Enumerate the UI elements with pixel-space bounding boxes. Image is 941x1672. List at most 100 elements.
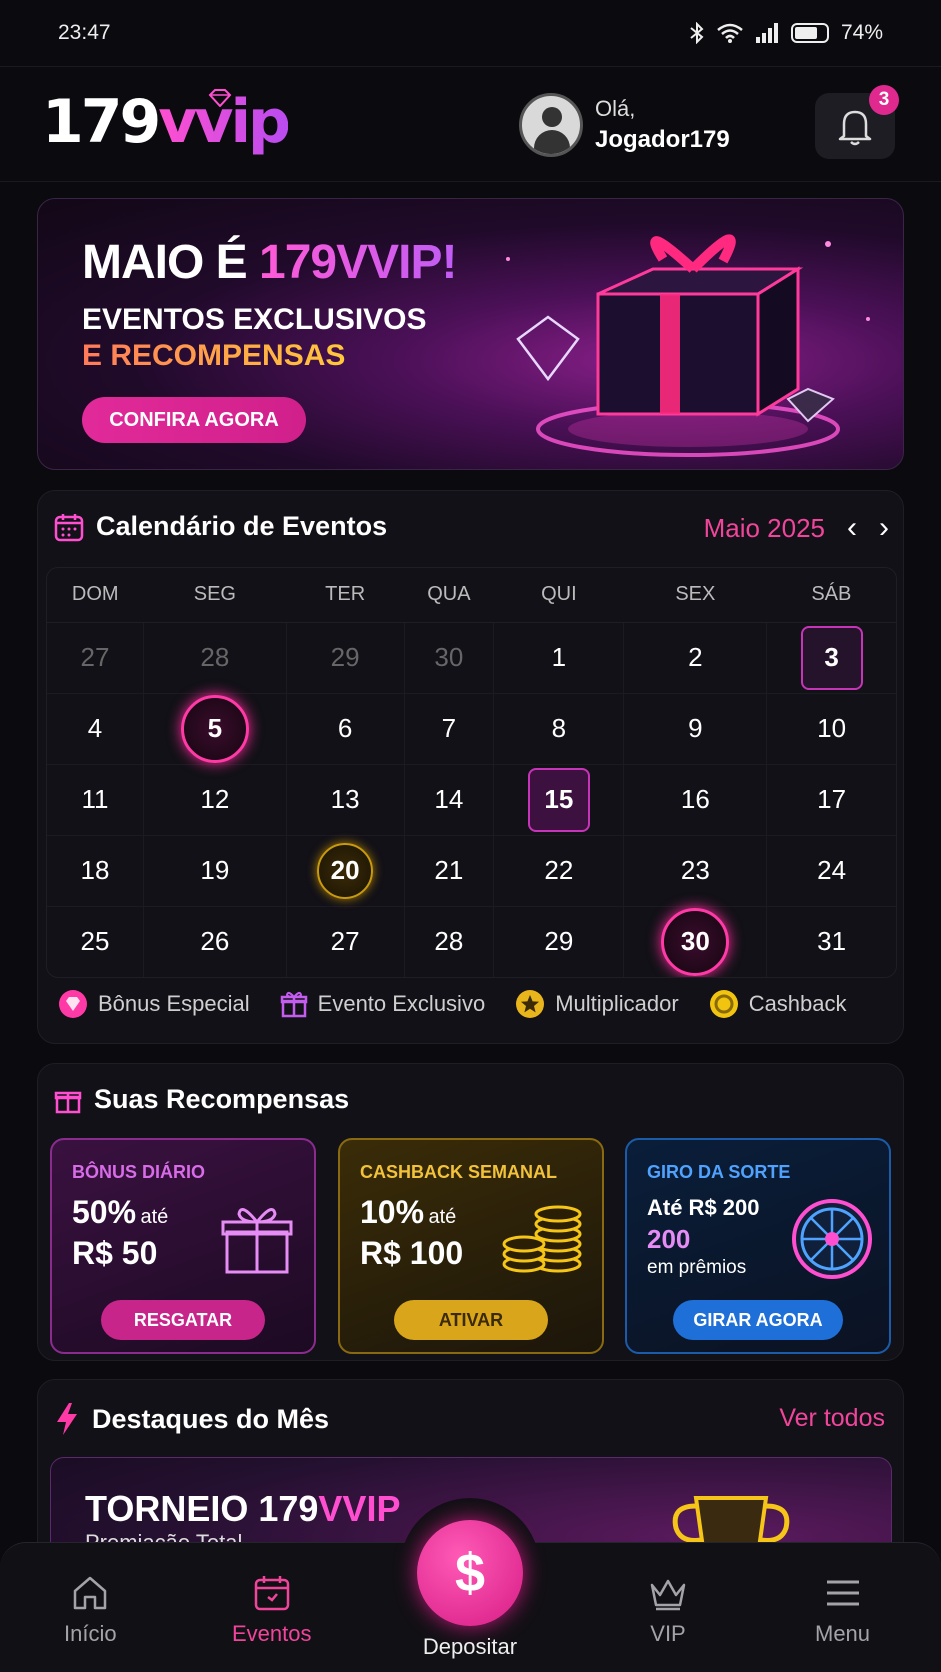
weekday-header: QUA [404,568,494,623]
legend-item: Bônus Especial [58,989,250,1019]
diamond-icon [59,990,87,1018]
nav-home[interactable]: Início [64,1573,117,1647]
calendar-day[interactable]: 22 [493,835,625,907]
weekday-header: SÁB [766,568,896,623]
calendar-day[interactable]: 18 [47,835,145,907]
reward-label: GIRO DA SORTE [647,1162,791,1182]
calendar-day[interactable]: 2 [623,622,768,694]
weekday-header: SEG [143,568,287,623]
diamond-icon [208,89,232,107]
calendar-day[interactable]: 17 [766,764,896,836]
calendar-day[interactable]: 8 [493,693,625,765]
calendar-day[interactable]: 9 [623,693,768,765]
calendar-day-event[interactable]: 15 [493,764,625,836]
calendar-day[interactable]: 27 [47,622,145,694]
ativar-button[interactable]: ATIVAR [394,1300,548,1340]
calendar-day[interactable]: 29 [493,906,625,977]
reward-label: BÔNUS DIÁRIO [72,1162,206,1182]
calendar-day[interactable]: 1 [493,622,625,694]
highlights-title: Destaques do Mês [92,1403,330,1434]
logo[interactable]: 179vvip [42,87,291,157]
calendar-day-bonus[interactable]: 30 [623,906,768,977]
month-label: Maio 2025 [703,512,825,543]
menu-icon [826,1580,859,1606]
reward-amount: 50% até R$ 50 [72,1194,169,1271]
calendar-icon [54,513,84,541]
chevron-left-icon[interactable]: ‹ [847,511,857,545]
calendar-day[interactable]: 28 [143,622,287,694]
calendar-day-event[interactable]: 3 [766,622,896,694]
lightning-icon [57,1403,77,1435]
calendar-day[interactable]: 31 [767,906,896,977]
rewards-title: Suas Recompensas [94,1084,350,1114]
battery-percent: 74% [840,21,883,44]
reward-label: CASHBACK SEMANAL [360,1162,557,1182]
calendar-day[interactable]: 25 [47,906,145,977]
calendar-header: Calendário de Eventos [54,511,387,542]
greeting: Olá, [595,95,636,121]
calendar-title: Calendário de Eventos [96,511,388,541]
calendar-day[interactable]: 23 [623,835,768,907]
calendar-day[interactable]: 29 [286,622,405,694]
legend-item: Evento Exclusivo [280,990,485,1018]
gift-icon [280,991,307,1018]
month-navigation: Maio 2025 ‹ › [704,511,889,545]
calendar-day[interactable]: 19 [143,835,287,907]
calendar-legend: Bônus Especial Evento Exclusivo Multipli… [58,989,847,1019]
calendar-day[interactable]: 12 [143,764,287,836]
calendar-day[interactable]: 21 [404,835,495,907]
nav-vip[interactable]: VIP [648,1573,688,1647]
resgatar-button[interactable]: RESGATAR [101,1300,265,1340]
weekday-header: TER [286,568,405,623]
gift-icon [54,1091,82,1113]
rewards-header: Suas Recompensas [54,1084,349,1115]
calendar-day[interactable]: 7 [404,693,495,765]
wheel-icon [792,1199,872,1279]
events-calendar: Calendário de Eventos Maio 2025 ‹ › DOM … [37,490,904,1044]
calendar-day[interactable]: 6 [286,693,405,765]
wifi-icon [717,23,743,43]
calendar-day[interactable]: 26 [143,906,287,977]
notifications-button[interactable]: 3 [815,85,899,159]
legend-item: Multiplicador [515,989,679,1019]
promo-banner[interactable]: MAIO É 179VVIP! EVENTOS EXCLUSIVOS E REC… [37,198,904,470]
battery-icon [790,23,829,43]
nav-menu[interactable]: Menu [815,1573,870,1647]
calendar-day[interactable]: 4 [47,693,145,765]
app-header: 179vvip Olá, Jogador179 3 [0,66,941,182]
user-profile[interactable]: Olá, Jogador179 [519,93,730,157]
calendar-day[interactable]: 13 [286,764,405,836]
weekday-header: DOM [47,568,144,623]
deposit-button[interactable]: $ [417,1520,523,1626]
chevron-right-icon[interactable]: › [879,511,889,545]
calendar-day[interactable]: 10 [766,693,896,765]
weekday-header: QUI [493,568,624,623]
banner-title: MAIO É 179VVIP! [82,236,457,289]
daily-bonus-card[interactable]: BÔNUS DIÁRIO 50% até R$ 50 RESGATAR [50,1138,316,1354]
nav-events[interactable]: Eventos [232,1573,312,1647]
calendar-day[interactable]: 11 [47,764,145,836]
gift-icon [221,1208,293,1274]
rewards-section: Suas Recompensas BÔNUS DIÁRIO 50% até R$… [37,1063,904,1361]
highlights-header: Destaques do Mês [54,1402,329,1436]
confira-agora-button[interactable]: CONFIRA AGORA [82,397,306,443]
weekly-cashback-card[interactable]: CASHBACK SEMANAL 10% até R$ 100 ATIVAR [338,1138,604,1354]
ver-todos-link[interactable]: Ver todos [779,1404,885,1433]
bell-icon [838,110,872,146]
girar-agora-button[interactable]: GIRAR AGORA [673,1300,843,1340]
coins-icon [502,1205,582,1273]
calendar-day[interactable]: 24 [766,835,896,907]
calendar-day[interactable]: 27 [286,906,405,977]
calendar-day[interactable]: 14 [404,764,495,836]
calendar-day[interactable]: 16 [623,764,768,836]
calendar-day-multiplier[interactable]: 20 [286,835,405,907]
coin-icon [709,990,738,1018]
calendar-day[interactable]: 28 [404,906,495,977]
avatar[interactable] [519,93,583,157]
calendar-day[interactable]: 30 [404,622,495,694]
calendar-icon [254,1576,289,1611]
lucky-spin-card[interactable]: GIRO DA SORTE Até R$ 200 200 em prêmios … [625,1138,891,1354]
calendar-day-bonus[interactable]: 5 [143,693,287,765]
bluetooth-icon [689,22,705,44]
legend-item: Cashback [709,989,847,1019]
